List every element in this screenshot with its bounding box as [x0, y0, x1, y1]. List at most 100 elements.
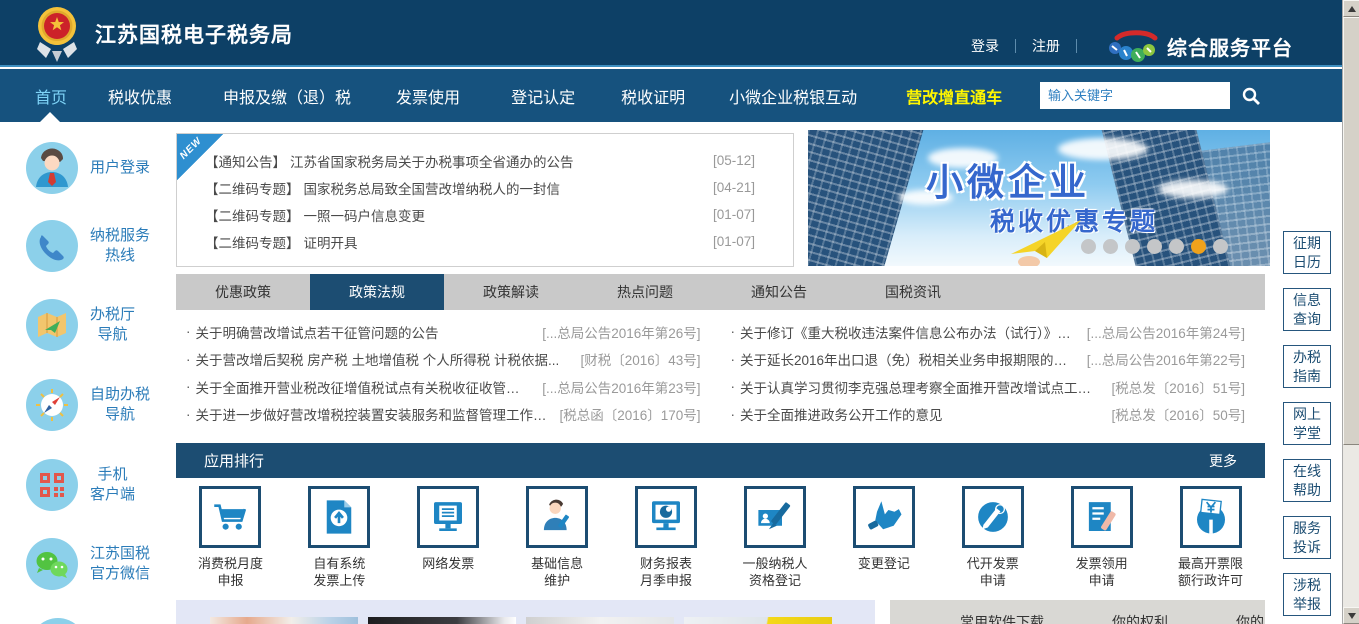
- scrollbar-thumb[interactable]: [1343, 17, 1359, 445]
- active-nav-pointer: [40, 112, 60, 122]
- carousel-dot[interactable]: [1147, 239, 1162, 254]
- sidebar-item-selfservice-nav[interactable]: 自助办税 导航: [0, 375, 175, 435]
- scroll-down-button[interactable]: [1343, 607, 1359, 624]
- sidebar-item-service-hotline[interactable]: 纳税服务 热线: [0, 216, 175, 276]
- news-title: 一照一码户信息变更: [304, 205, 701, 225]
- news-category: 【二维码专题】: [205, 205, 300, 225]
- footer-photo[interactable]: [526, 617, 674, 624]
- footer-photo[interactable]: [210, 617, 358, 624]
- scroll-up-button[interactable]: [1343, 0, 1359, 17]
- policy-link[interactable]: 关于认真学习贯彻李克强总理考察全面推开营改增试点工作时...: [740, 377, 1101, 397]
- rail-button-tax-report[interactable]: 涉税 举报: [1283, 573, 1331, 616]
- nav-item-declare-pay[interactable]: 申报及缴（退）税: [223, 84, 351, 108]
- policy-item: · 关于全面推进政务公开工作的意见 [税总发〔2016〕50号]: [731, 401, 1246, 429]
- app-icon-box: [962, 486, 1024, 548]
- footer-photo[interactable]: [684, 617, 832, 624]
- app-change-registration[interactable]: 变更登记: [829, 486, 938, 589]
- carousel-dot[interactable]: [1169, 239, 1184, 254]
- policy-link[interactable]: 关于延长2016年出口退（免）税相关业务申报期限的公告: [740, 349, 1077, 369]
- app-basic-info-maintenance[interactable]: 基础信息 维护: [503, 486, 612, 589]
- rail-button-service-complaint[interactable]: 服务 投诉: [1283, 516, 1331, 559]
- rail-button-tax-guide[interactable]: 办税 指南: [1283, 345, 1331, 388]
- app-general-taxpayer-registration[interactable]: 一般纳税人 资格登记: [721, 486, 830, 589]
- sidebar-item-mobile-app[interactable]: 手机 客户端: [0, 455, 175, 515]
- nav-item-vat-express[interactable]: 营改增直通车: [906, 84, 1002, 108]
- carousel-dot-active[interactable]: [1191, 239, 1206, 254]
- tab-policy-regulations[interactable]: 政策法规: [310, 274, 444, 310]
- rail-button-online-help[interactable]: 在线 帮助: [1283, 459, 1331, 502]
- tab-hot-issues[interactable]: 热点问题: [578, 274, 712, 310]
- page: 江苏国税电子税务局 登录 注册 综合服务平台 首页: [0, 0, 1359, 624]
- policy-link[interactable]: 关于进一步做好营改增税控装置安装服务和监督管理工作有关...: [196, 404, 550, 424]
- app-icon-box: [1180, 486, 1242, 548]
- footer-tab-software-download[interactable]: 常用软件下载: [960, 612, 1044, 624]
- rail-button-online-school[interactable]: 网上 学堂: [1283, 402, 1331, 445]
- sidebar-item-label: 自助办税 导航: [90, 385, 150, 425]
- nav-item-registration[interactable]: 登记认定: [511, 84, 575, 108]
- cart-icon: [209, 496, 251, 538]
- promo-banner[interactable]: 小微企业 税收优惠专题: [808, 130, 1270, 266]
- news-date: [04-21]: [713, 180, 755, 195]
- policy-ref: [...总局公告2016年第22号]: [1087, 349, 1245, 369]
- policy-link[interactable]: 关于明确营改增试点若干征管问题的公告: [196, 322, 533, 342]
- search-icon: [1241, 86, 1261, 106]
- tab-policy-interpretation[interactable]: 政策解读: [444, 274, 578, 310]
- apps-more-link[interactable]: 更多: [1209, 451, 1237, 471]
- policy-link[interactable]: 关于全面推开营业税改征增值税试点有关税收征收管理事项的...: [196, 377, 533, 397]
- policy-link[interactable]: 关于营改增后契税 房产税 土地增值税 个人所得税 计税依据...: [196, 349, 571, 369]
- tab-preferential-policy[interactable]: 优惠政策: [176, 274, 310, 310]
- platform-brand: 综合服务平台: [1107, 30, 1293, 62]
- app-financial-statement-declare[interactable]: 财务报表 月季申报: [612, 486, 721, 589]
- app-online-invoice[interactable]: 网络发票: [394, 486, 503, 589]
- app-max-invoice-limit-permit[interactable]: 最高开票限 额行政许可: [1156, 486, 1265, 589]
- news-panel: NEW 【通知公告】 江苏省国家税务局关于办税事项全省通办的公告 [05-12]…: [176, 133, 794, 267]
- policy-link[interactable]: 关于修订《重大税收违法案件信息公布办法（试行）》的公告: [740, 322, 1077, 342]
- circle-icon: [30, 618, 86, 624]
- apps-header-bar: 应用排行 更多: [176, 443, 1265, 478]
- nav-item-tax-incentives[interactable]: 税收优惠: [108, 84, 172, 108]
- down-arrow-icon: [1348, 613, 1356, 619]
- tab-notices[interactable]: 通知公告: [712, 274, 846, 310]
- idcard-pen-icon: [754, 496, 796, 538]
- nav-item-tax-certificate[interactable]: 税收证明: [621, 84, 685, 108]
- search-input[interactable]: [1040, 82, 1230, 109]
- footer-photo[interactable]: [368, 617, 516, 624]
- search-button[interactable]: [1238, 82, 1264, 109]
- app-invoice-collection[interactable]: 发票领用 申请: [1047, 486, 1156, 589]
- cloud-graphic: [1158, 180, 1228, 198]
- platform-label: 综合服务平台: [1167, 32, 1293, 61]
- rail-button-info-query[interactable]: 信息 查询: [1283, 288, 1331, 331]
- news-date: [01-07]: [713, 234, 755, 249]
- app-own-system-invoice-upload[interactable]: 自有系统 发票上传: [285, 486, 394, 589]
- footer-tab-your-obligations[interactable]: 你的义务: [1236, 612, 1265, 624]
- register-link[interactable]: 注册: [1032, 36, 1060, 56]
- national-emblem-logo: [33, 5, 81, 62]
- apps-title: 应用排行: [204, 450, 264, 471]
- nav-item-micro-enterprise[interactable]: 小微企业税银互动: [729, 84, 857, 108]
- news-item[interactable]: 【通知公告】 江苏省国家税务局关于办税事项全省通办的公告 [05-12]: [205, 147, 755, 174]
- carousel-dot[interactable]: [1125, 239, 1140, 254]
- carousel-dot[interactable]: [1081, 239, 1096, 254]
- tab-tax-news[interactable]: 国税资讯: [846, 274, 980, 310]
- sidebar-item-official-wechat[interactable]: 江苏国税 官方微信: [0, 534, 175, 594]
- news-item[interactable]: 【二维码专题】 一照一码户信息变更 [01-07]: [205, 201, 755, 228]
- sidebar-item-tax-hall-nav[interactable]: 办税厅 导航: [0, 295, 175, 355]
- nav-item-invoice-use[interactable]: 发票使用: [396, 84, 460, 108]
- header-right: 登录 注册 综合服务平台: [971, 30, 1293, 62]
- app-label: 一般纳税人 资格登记: [742, 555, 807, 589]
- app-invoice-issue-on-behalf[interactable]: 代开发票 申请: [938, 486, 1047, 589]
- news-item[interactable]: 【二维码专题】 证明开具 [01-07]: [205, 228, 755, 255]
- footer-tab-your-rights[interactable]: 你的权利: [1112, 612, 1168, 624]
- app-consumption-tax-monthly[interactable]: 消费税月度 申报: [176, 486, 285, 589]
- nav-item-home[interactable]: 首页: [35, 84, 67, 108]
- policy-link[interactable]: 关于全面推进政务公开工作的意见: [740, 404, 1101, 424]
- app-icon-box: [526, 486, 588, 548]
- carousel-dot[interactable]: [1213, 239, 1228, 254]
- news-item[interactable]: 【二维码专题】 国家税务总局致全国营改增纳税人的一封信 [04-21]: [205, 174, 755, 201]
- carousel-dot[interactable]: [1103, 239, 1118, 254]
- sidebar-item-partial[interactable]: [0, 616, 175, 624]
- sidebar-item-user-login[interactable]: 用户登录: [0, 138, 175, 198]
- policy-item: · 关于认真学习贯彻李克强总理考察全面推开营改增试点工作时... [税总发〔20…: [731, 373, 1246, 401]
- login-link[interactable]: 登录: [971, 36, 999, 56]
- rail-button-collection-calendar[interactable]: 征期 日历: [1283, 231, 1331, 274]
